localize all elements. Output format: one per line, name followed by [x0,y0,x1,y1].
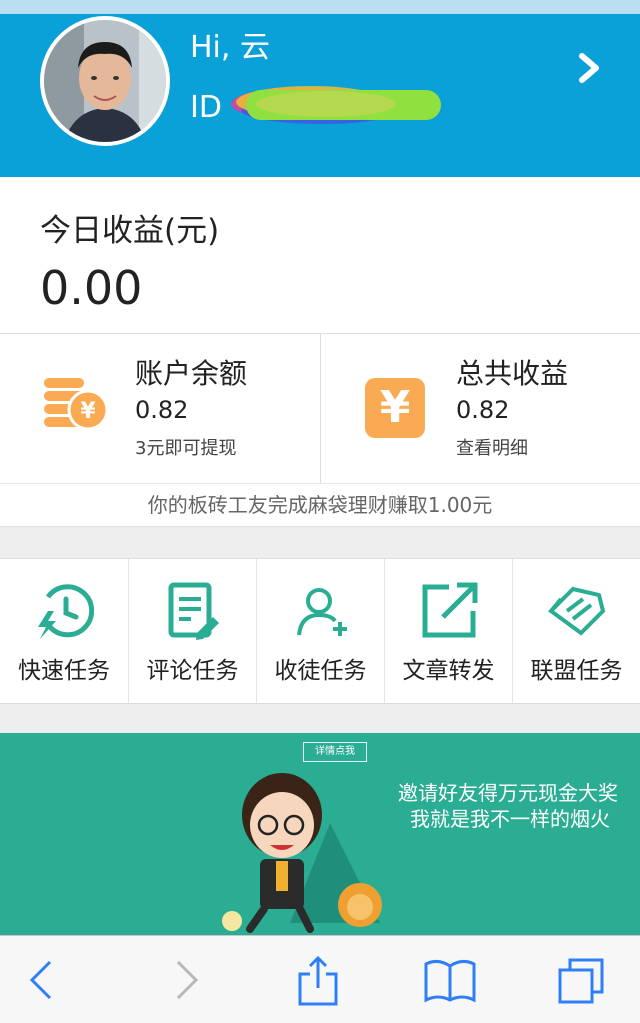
chevron-right-icon[interactable] [570,50,606,86]
task-fast[interactable]: 快速任务 [0,559,128,703]
total-earnings-card[interactable]: ¥ 总共收益 0.82 查看明细 [320,334,640,483]
task-comment[interactable]: 评论任务 [128,559,256,703]
browser-toolbar [0,935,640,1023]
comment-task-icon [168,582,219,640]
greeting: Hi, 云 [190,30,270,65]
stats-row: ¥ 账户余额 0.82 3元即可提现 ¥ 总共收益 0.82 查看明细 [0,333,640,484]
task-comment-label: 评论任务 [146,658,239,684]
cartoon-character-illustration [222,773,382,933]
alliance-task-icon [547,586,606,636]
balance-title: 账户余额 [135,357,248,390]
task-apprentice-label: 收徒任务 [274,658,367,684]
redaction-scribble [226,84,441,130]
yen-icon: ¥ [365,378,425,438]
id-label: ID [190,89,222,125]
profile-header[interactable]: Hi, 云 ID [0,14,640,177]
balance-value: 0.82 [135,396,189,424]
notice-ticker: 你的板砖工友完成麻袋理财赚取1.00元 [0,484,640,527]
add-apprentice-icon [297,588,347,636]
total-earnings-value: 0.82 [456,396,510,424]
share-icon[interactable] [292,954,344,1006]
tabs-icon[interactable] [556,954,608,1006]
promo-banner[interactable]: 详情点我 邀请好友得万元现金大奖 我就是我不一样的烟火 [0,733,640,935]
task-alliance[interactable]: 联盟任务 [512,559,640,703]
back-icon[interactable] [18,954,70,1006]
forward-icon[interactable] [158,954,210,1006]
task-grid: 快速任务 评论任务 收徒任务 文章转发 联盟任务 [0,558,640,704]
svg-text:¥: ¥ [80,399,96,424]
total-earnings-title: 总共收益 [456,357,569,390]
today-earnings-value: 0.00 [40,261,143,315]
view-details-link[interactable]: 查看明细 [456,434,528,460]
task-apprentice[interactable]: 收徒任务 [256,559,384,703]
banner-subline: 我就是我不一样的烟火 [410,807,610,831]
status-strip [0,0,640,14]
share-article-icon [422,582,478,638]
task-share-article-label: 文章转发 [402,658,495,684]
today-earnings-panel: 今日收益(元) 0.00 [0,177,640,333]
banner-headline: 邀请好友得万元现金大奖 [398,781,618,805]
task-share-article[interactable]: 文章转发 [384,559,512,703]
account-balance-card[interactable]: ¥ 账户余额 0.82 3元即可提现 [0,334,320,483]
user-id: ID [190,84,441,130]
bookmarks-icon[interactable] [424,954,476,1006]
fast-task-icon [38,584,94,639]
task-fast-label: 快速任务 [18,658,110,684]
coins-icon: ¥ [44,378,109,431]
balance-withdraw-hint[interactable]: 3元即可提现 [135,434,236,460]
task-alliance-label: 联盟任务 [530,658,623,684]
today-earnings-label: 今日收益(元) [40,213,220,249]
avatar[interactable] [40,16,170,146]
